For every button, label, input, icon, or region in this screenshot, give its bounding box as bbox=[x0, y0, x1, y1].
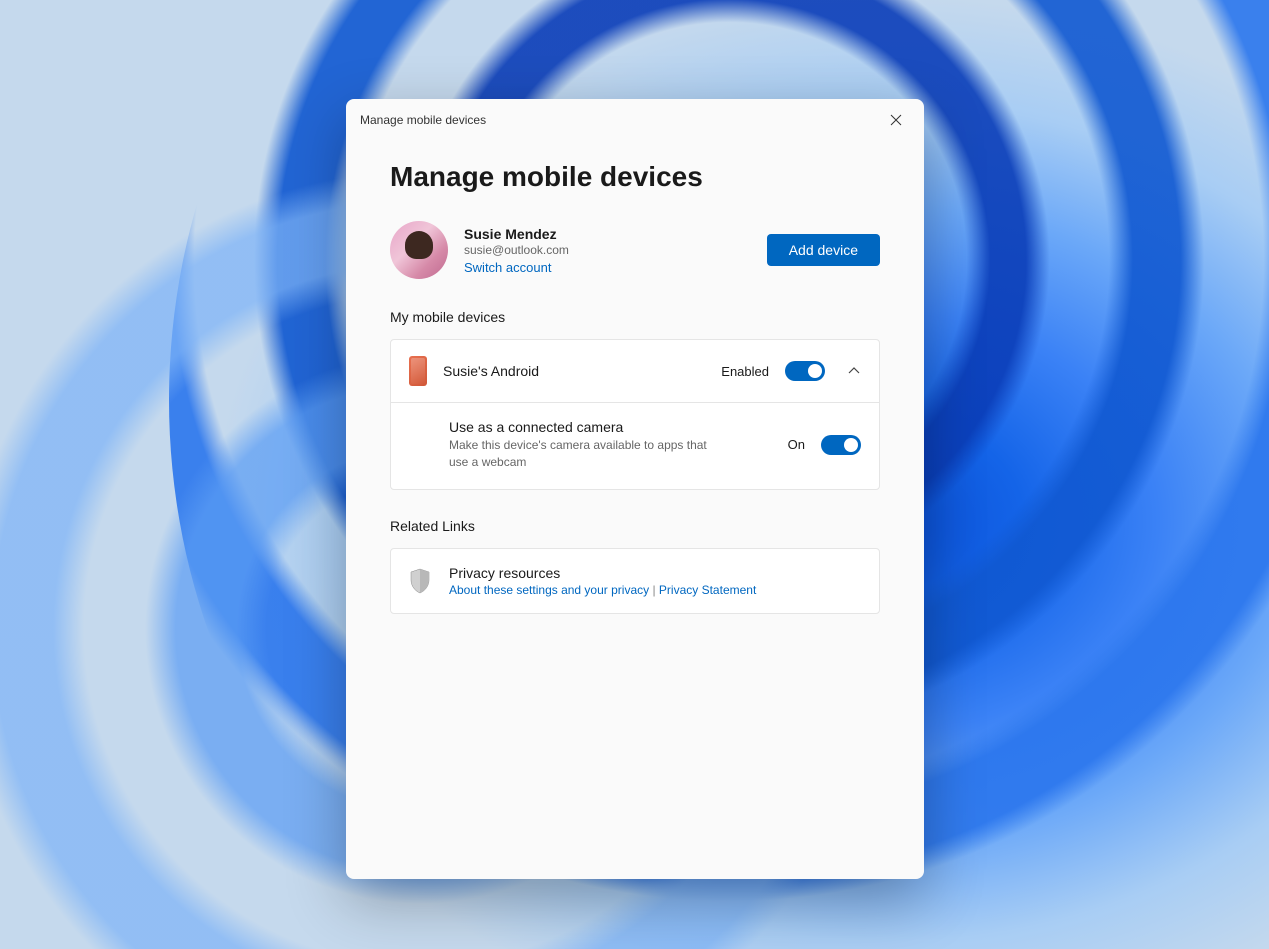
add-device-button[interactable]: Add device bbox=[767, 234, 880, 266]
device-name: Susie's Android bbox=[443, 363, 705, 379]
related-links-heading: Related Links bbox=[390, 518, 880, 534]
user-name: Susie Mendez bbox=[464, 226, 569, 242]
user-text: Susie Mendez susie@outlook.com Switch ac… bbox=[464, 226, 569, 275]
link-separator: | bbox=[649, 583, 659, 597]
phone-icon bbox=[409, 356, 427, 386]
shield-icon bbox=[409, 568, 431, 594]
window-title: Manage mobile devices bbox=[360, 113, 486, 127]
device-setting-row: Use as a connected camera Make this devi… bbox=[391, 403, 879, 489]
close-button[interactable] bbox=[874, 105, 918, 135]
page-title: Manage mobile devices bbox=[390, 161, 880, 193]
devices-heading: My mobile devices bbox=[390, 309, 880, 325]
setting-title: Use as a connected camera bbox=[449, 419, 772, 435]
setting-description: Make this device's camera available to a… bbox=[449, 437, 729, 471]
manage-mobile-devices-window: Manage mobile devices Manage mobile devi… bbox=[346, 99, 924, 879]
privacy-title: Privacy resources bbox=[449, 565, 861, 581]
privacy-links: About these settings and your privacy | … bbox=[449, 583, 861, 597]
user-info-block: Susie Mendez susie@outlook.com Switch ac… bbox=[390, 221, 569, 279]
privacy-text: Privacy resources About these settings a… bbox=[449, 565, 861, 597]
connected-camera-toggle[interactable] bbox=[821, 435, 861, 455]
device-card: Susie's Android Enabled Use as a connect… bbox=[390, 339, 880, 490]
chevron-up-icon bbox=[847, 364, 861, 378]
titlebar: Manage mobile devices bbox=[346, 99, 924, 141]
window-content: Manage mobile devices Susie Mendez susie… bbox=[346, 141, 924, 879]
user-section: Susie Mendez susie@outlook.com Switch ac… bbox=[390, 221, 880, 279]
privacy-statement-link[interactable]: Privacy Statement bbox=[659, 583, 756, 597]
setting-toggle-label: On bbox=[788, 437, 805, 452]
device-enable-toggle[interactable] bbox=[785, 361, 825, 381]
setting-text: Use as a connected camera Make this devi… bbox=[449, 419, 772, 471]
device-row[interactable]: Susie's Android Enabled bbox=[391, 340, 879, 403]
switch-account-link[interactable]: Switch account bbox=[464, 260, 569, 275]
avatar bbox=[390, 221, 448, 279]
device-toggle-label: Enabled bbox=[721, 364, 769, 379]
privacy-resources-card: Privacy resources About these settings a… bbox=[390, 548, 880, 614]
close-icon bbox=[890, 114, 902, 126]
user-email: susie@outlook.com bbox=[464, 243, 569, 257]
about-privacy-link[interactable]: About these settings and your privacy bbox=[449, 583, 649, 597]
